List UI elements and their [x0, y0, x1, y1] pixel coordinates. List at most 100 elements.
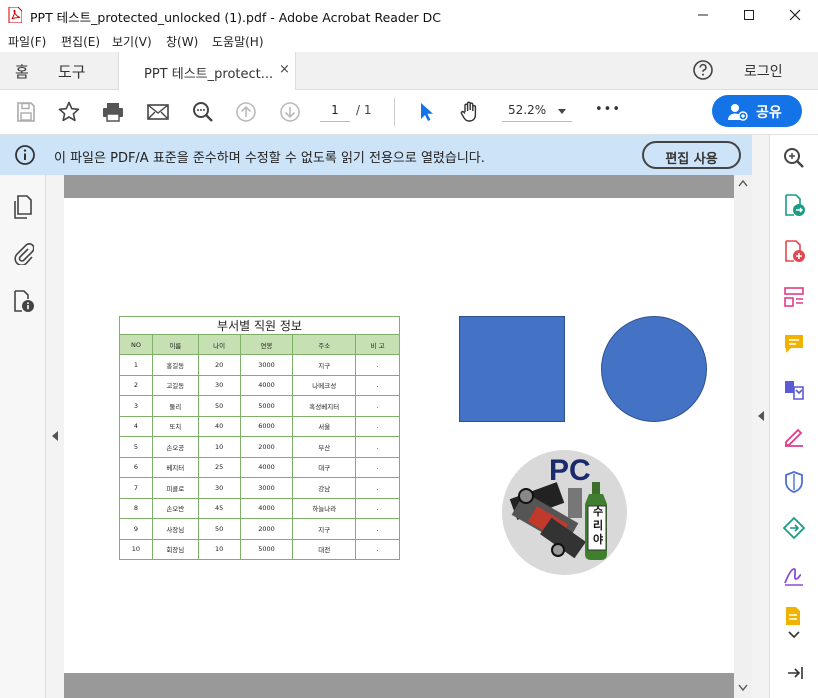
- table-cell: .: [355, 518, 400, 540]
- menu-edit[interactable]: 편집(E): [61, 33, 100, 50]
- collapse-right-pane-icon[interactable]: [757, 410, 765, 422]
- table-cell: 10: [197, 436, 241, 458]
- logo-pc-text: PC: [549, 454, 591, 487]
- menu-help[interactable]: 도움말(H): [212, 33, 264, 50]
- close-tab-icon[interactable]: ×: [279, 62, 290, 77]
- maximize-icon: [744, 10, 754, 20]
- document-properties-icon[interactable]: [11, 289, 35, 313]
- blue-circle-shape: [601, 316, 707, 422]
- collapse-tools-icon[interactable]: [786, 665, 804, 681]
- export-pdf-icon[interactable]: [782, 193, 806, 217]
- table-cell: 2: [119, 374, 153, 396]
- blue-square-shape: [459, 316, 565, 422]
- table-cell: 8: [119, 497, 153, 519]
- table-cell: 6: [119, 456, 153, 478]
- login-link[interactable]: 로그인: [744, 61, 783, 81]
- more-tools-icon[interactable]: [782, 605, 806, 629]
- tab-document[interactable]: PPT 테스트_protect... ×: [118, 52, 296, 90]
- close-icon: [789, 9, 801, 21]
- table-cell: 2000: [239, 436, 294, 458]
- table-row: 1 홍길동 20 3000 지구.: [119, 354, 400, 376]
- table-cell: 1: [119, 354, 153, 376]
- chevron-down-icon[interactable]: [788, 631, 800, 639]
- maximize-button[interactable]: [726, 0, 772, 30]
- previous-page-icon[interactable]: [234, 100, 258, 124]
- window-title: PPT 테스트_protected_unlocked (1).pdf - Ado…: [30, 10, 442, 25]
- table-cell: 지구: [292, 518, 357, 540]
- save-icon[interactable]: [14, 100, 38, 124]
- menu-bar: 파일(F) 편집(E) 보기(V) 창(W) 도움말(H): [0, 30, 818, 52]
- acrobat-pdf-icon: [8, 7, 22, 23]
- table-row: 5 손오공 10 2000 부산.: [119, 436, 400, 458]
- table-cell: 손오반: [151, 497, 199, 519]
- table-cell: .: [355, 354, 400, 376]
- protect-shield-icon[interactable]: [782, 470, 806, 494]
- email-icon[interactable]: [146, 100, 170, 124]
- column-header: 나이: [197, 334, 241, 355]
- table-cell: 고길동: [151, 374, 199, 396]
- table-cell: 20: [197, 354, 241, 376]
- table-cell: 나메크성: [292, 374, 357, 396]
- scroll-up-icon[interactable]: [738, 179, 748, 187]
- menu-view[interactable]: 보기(V): [112, 33, 152, 50]
- attachments-paperclip-icon[interactable]: [12, 241, 34, 265]
- hand-tool-icon[interactable]: [458, 100, 482, 124]
- table-cell: 또치: [151, 415, 199, 437]
- enable-editing-button[interactable]: 편집 사용: [642, 141, 741, 169]
- close-window-button[interactable]: [772, 0, 818, 30]
- table-row: 7 피콜로 30 3000 강남.: [119, 477, 400, 499]
- column-header: 연봉: [239, 334, 294, 355]
- column-header: 이름: [151, 334, 199, 355]
- comment-icon[interactable]: [782, 332, 806, 356]
- table-cell: .: [355, 415, 400, 437]
- minimize-button[interactable]: [680, 0, 726, 30]
- print-icon[interactable]: [101, 100, 125, 124]
- zoom-value: 52.2%: [508, 103, 547, 117]
- left-pane-gutter: [46, 175, 64, 698]
- table-cell: 10: [197, 538, 241, 560]
- table-cell: .: [355, 374, 400, 396]
- table-cell: 서울: [292, 415, 357, 437]
- next-page-icon[interactable]: [278, 100, 302, 124]
- table-cell: 5: [119, 436, 153, 458]
- tab-home[interactable]: 홈: [15, 61, 29, 82]
- scroll-down-icon[interactable]: [738, 684, 748, 692]
- menu-file[interactable]: 파일(F): [8, 33, 46, 50]
- table-cell: 피콜로: [151, 477, 199, 499]
- table-cell: 사장님: [151, 518, 199, 540]
- help-icon[interactable]: [692, 59, 714, 81]
- vertical-scrollbar[interactable]: [734, 175, 752, 698]
- table-header-row: NO 이름 나이 연봉 주소 비 고: [119, 334, 400, 355]
- menu-window[interactable]: 창(W): [166, 33, 198, 50]
- find-zoom-icon[interactable]: [191, 100, 215, 124]
- table-cell: .: [355, 477, 400, 499]
- combine-files-icon[interactable]: [782, 378, 806, 402]
- tab-tools[interactable]: 도구: [58, 61, 86, 82]
- table-cell: 대전: [292, 538, 357, 560]
- bookmark-star-icon[interactable]: [57, 100, 81, 124]
- table-cell: 5000: [239, 395, 294, 417]
- table-cell: .: [355, 456, 400, 478]
- edit-pdf-icon[interactable]: [782, 285, 806, 309]
- page-thumbnails-icon[interactable]: [12, 195, 34, 219]
- signature-icon[interactable]: [782, 563, 806, 587]
- logo-bottle-text: 수리야: [592, 505, 604, 546]
- info-icon: [15, 145, 35, 165]
- select-cursor-icon[interactable]: [414, 100, 438, 124]
- table-cell: 베지터: [151, 456, 199, 478]
- table-cell: 4000: [239, 497, 294, 519]
- table-cell: 손오공: [151, 436, 199, 458]
- search-zoom-icon[interactable]: [782, 146, 806, 170]
- more-options-icon[interactable]: •••: [595, 102, 621, 117]
- share-button[interactable]: 공유: [712, 95, 802, 127]
- create-pdf-icon[interactable]: [782, 239, 806, 263]
- fill-sign-icon[interactable]: [782, 424, 806, 448]
- document-tab-label: PPT 테스트_protect...: [144, 67, 274, 82]
- right-pane-gutter: [752, 135, 769, 698]
- page-number-input[interactable]: 1: [320, 100, 350, 122]
- expand-left-pane-icon[interactable]: [51, 430, 59, 442]
- zoom-select[interactable]: 52.2%: [502, 100, 572, 122]
- send-for-review-icon[interactable]: [782, 516, 806, 540]
- column-header: NO: [119, 334, 153, 355]
- table-cell: 40: [197, 415, 241, 437]
